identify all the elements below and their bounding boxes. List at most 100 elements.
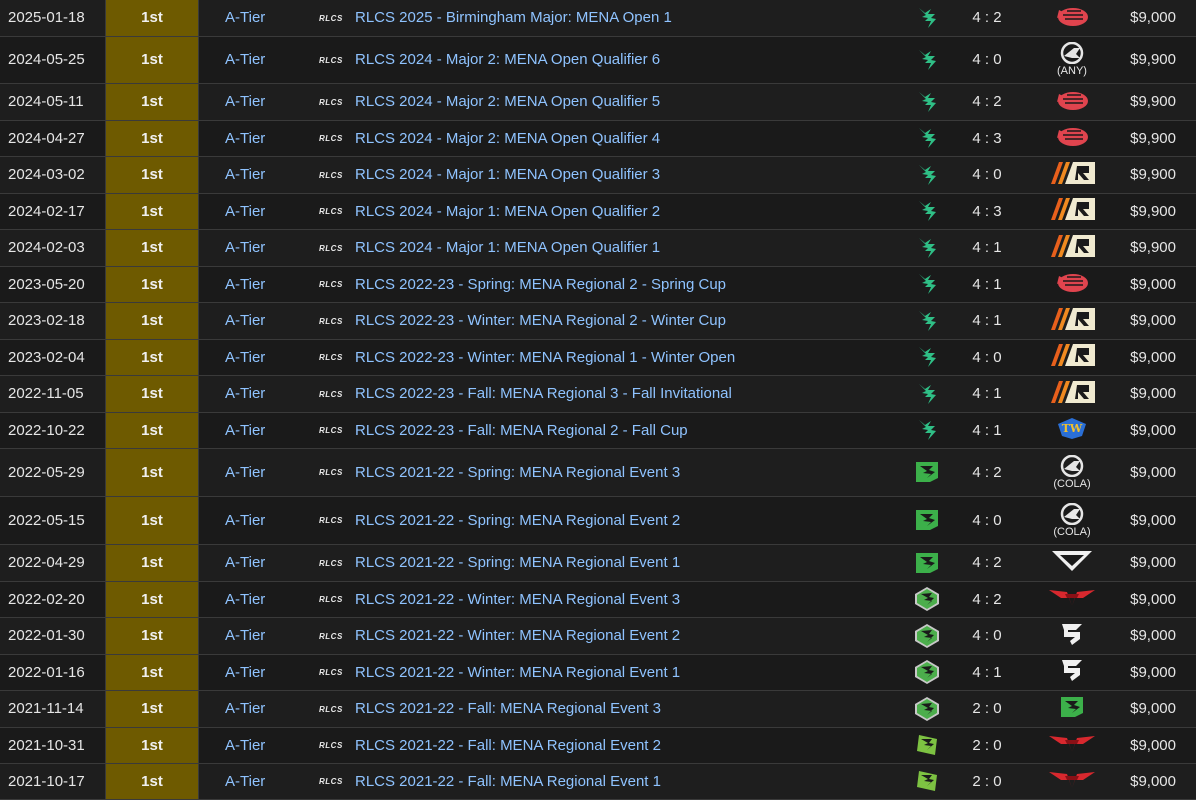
team-r-stripes-icon[interactable] [1047, 342, 1097, 368]
tier-cell: A-Tier [198, 193, 319, 230]
falcons-icon[interactable] [916, 382, 938, 406]
team-red-wings-icon[interactable] [1047, 768, 1097, 790]
tier-link[interactable]: A-Tier [225, 51, 265, 68]
team-logo-cell [907, 120, 947, 157]
tier-link[interactable]: A-Tier [225, 664, 265, 681]
event-link[interactable]: RLCS 2024 - Major 2: MENA Open Qualifier… [355, 93, 660, 110]
team-s-icon[interactable] [1058, 657, 1086, 683]
team-s-icon[interactable] [1058, 621, 1086, 647]
event-link[interactable]: RLCS 2024 - Major 1: MENA Open Qualifier… [355, 166, 660, 183]
tier-link[interactable]: A-Tier [225, 203, 265, 220]
falcons-square-icon[interactable] [914, 508, 940, 532]
event-link[interactable]: RLCS 2021-22 - Spring: MENA Regional Eve… [355, 464, 680, 481]
event-link[interactable]: RLCS 2022-23 - Winter: MENA Regional 2 -… [355, 312, 726, 329]
falcons-icon[interactable] [916, 199, 938, 223]
falcons-icon[interactable] [916, 272, 938, 296]
date-cell: 2024-03-02 [0, 156, 106, 194]
tier-link[interactable]: A-Tier [225, 422, 265, 439]
event-link[interactable]: RLCS 2021-22 - Fall: MENA Regional Event… [355, 773, 661, 790]
event-cell: RLCS RLCS 2021-22 - Fall: MENA Regional E… [319, 763, 907, 800]
event-link[interactable]: RLCS 2021-22 - Winter: MENA Regional Eve… [355, 627, 680, 644]
event-link[interactable]: RLCS 2021-22 - Spring: MENA Regional Eve… [355, 512, 680, 529]
tier-cell: A-Tier [198, 36, 319, 84]
falcons-square-icon[interactable] [1059, 695, 1085, 719]
team-chevron-icon[interactable] [1050, 549, 1094, 573]
tier-link[interactable]: A-Tier [225, 166, 265, 183]
falcons-gem-icon[interactable] [914, 586, 940, 612]
team-r-stripes-icon[interactable] [1047, 233, 1097, 259]
event-link[interactable]: RLCS 2025 - Birmingham Major: MENA Open … [355, 9, 672, 26]
team-red-bird-icon[interactable] [1053, 88, 1091, 112]
falcons-icon[interactable] [916, 126, 938, 150]
team-r-stripes-icon[interactable] [1047, 379, 1097, 405]
team-r-stripes-icon[interactable] [1047, 160, 1097, 186]
event-link[interactable]: RLCS 2022-23 - Spring: MENA Regional 2 -… [355, 276, 726, 293]
falcons-gem-icon[interactable] [914, 659, 940, 685]
falcons-icon[interactable] [916, 163, 938, 187]
rocket-league-icon[interactable] [1058, 502, 1086, 525]
team-r-stripes-icon[interactable] [1047, 196, 1097, 222]
tier-link[interactable]: A-Tier [225, 312, 265, 329]
falcons-old-icon[interactable] [915, 769, 939, 793]
tier-link[interactable]: A-Tier [225, 9, 265, 26]
falcons-gem-icon[interactable] [914, 696, 940, 722]
falcons-icon[interactable] [916, 6, 938, 30]
event-link[interactable]: RLCS 2021-22 - Winter: MENA Regional Eve… [355, 664, 680, 681]
event-link[interactable]: RLCS 2024 - Major 2: MENA Open Qualifier… [355, 130, 660, 147]
team-logo-cell [907, 496, 947, 545]
team-red-bird-icon[interactable] [1053, 270, 1091, 294]
team-red-wings-icon[interactable] [1047, 732, 1097, 754]
tier-cell: A-Tier [198, 544, 319, 582]
tier-link[interactable]: A-Tier [225, 773, 265, 790]
tier-link[interactable]: A-Tier [225, 554, 265, 571]
tier-link[interactable]: A-Tier [225, 385, 265, 402]
event-link[interactable]: RLCS 2021-22 - Fall: MENA Regional Event… [355, 700, 661, 717]
tier-link[interactable]: A-Tier [225, 627, 265, 644]
team-red-bird-icon[interactable] [1053, 124, 1091, 148]
team-red-bird-icon[interactable] [1053, 4, 1091, 28]
opponent-subtext: (ANY) [1057, 65, 1087, 77]
tier-link[interactable]: A-Tier [225, 591, 265, 608]
tier-link[interactable]: A-Tier [225, 464, 265, 481]
tier-link[interactable]: A-Tier [225, 130, 265, 147]
event-link[interactable]: RLCS 2021-22 - Fall: MENA Regional Event… [355, 737, 661, 754]
event-link[interactable]: RLCS 2022-23 - Winter: MENA Regional 1 -… [355, 349, 735, 366]
falcons-icon[interactable] [916, 309, 938, 333]
rocket-league-icon[interactable] [1058, 42, 1086, 64]
team-tw-icon[interactable]: TW [1056, 416, 1088, 440]
tier-link[interactable]: A-Tier [225, 93, 265, 110]
date-cell: 2021-10-17 [0, 763, 106, 800]
event-link[interactable]: RLCS 2024 - Major 1: MENA Open Qualifier… [355, 203, 660, 220]
tier-link[interactable]: A-Tier [225, 349, 265, 366]
event-link[interactable]: RLCS 2022-23 - Fall: MENA Regional 2 - F… [355, 422, 688, 439]
falcons-icon[interactable] [916, 236, 938, 260]
event-link[interactable]: RLCS 2022-23 - Fall: MENA Regional 3 - F… [355, 385, 732, 402]
event-cell: RLCS RLCS 2021-22 - Winter: MENA Regional… [319, 581, 907, 618]
tier-link[interactable]: A-Tier [225, 700, 265, 717]
falcons-square-icon[interactable] [914, 551, 940, 575]
tier-cell: A-Tier [198, 448, 319, 497]
falcons-icon[interactable] [916, 418, 938, 442]
falcons-icon[interactable] [916, 345, 938, 369]
rocket-league-icon[interactable] [1058, 454, 1086, 477]
event-link[interactable]: RLCS 2024 - Major 2: MENA Open Qualifier… [355, 51, 660, 68]
falcons-icon[interactable] [916, 90, 938, 114]
falcons-square-icon[interactable] [914, 460, 940, 484]
placement-cell: 1st [105, 581, 199, 618]
tier-link[interactable]: A-Tier [225, 737, 265, 754]
opponent-cell [1027, 690, 1117, 728]
team-r-stripes-icon[interactable] [1047, 306, 1097, 332]
event-link[interactable]: RLCS 2024 - Major 1: MENA Open Qualifier… [355, 239, 660, 256]
falcons-gem-icon[interactable] [914, 623, 940, 649]
team-red-wings-icon[interactable] [1047, 586, 1097, 608]
table-row: 2022-05-15 1st A-Tier RLCS RLCS 2021-22 -… [0, 496, 1196, 545]
tier-link[interactable]: A-Tier [225, 239, 265, 256]
tier-cell: A-Tier [198, 156, 319, 194]
table-row: 2021-10-31 1st A-Tier RLCS RLCS 2021-22 -… [0, 727, 1196, 764]
event-link[interactable]: RLCS 2021-22 - Winter: MENA Regional Eve… [355, 591, 680, 608]
falcons-old-icon[interactable] [915, 733, 939, 757]
tier-link[interactable]: A-Tier [225, 276, 265, 293]
tier-link[interactable]: A-Tier [225, 512, 265, 529]
falcons-icon[interactable] [916, 48, 938, 72]
event-link[interactable]: RLCS 2021-22 - Spring: MENA Regional Eve… [355, 554, 680, 571]
